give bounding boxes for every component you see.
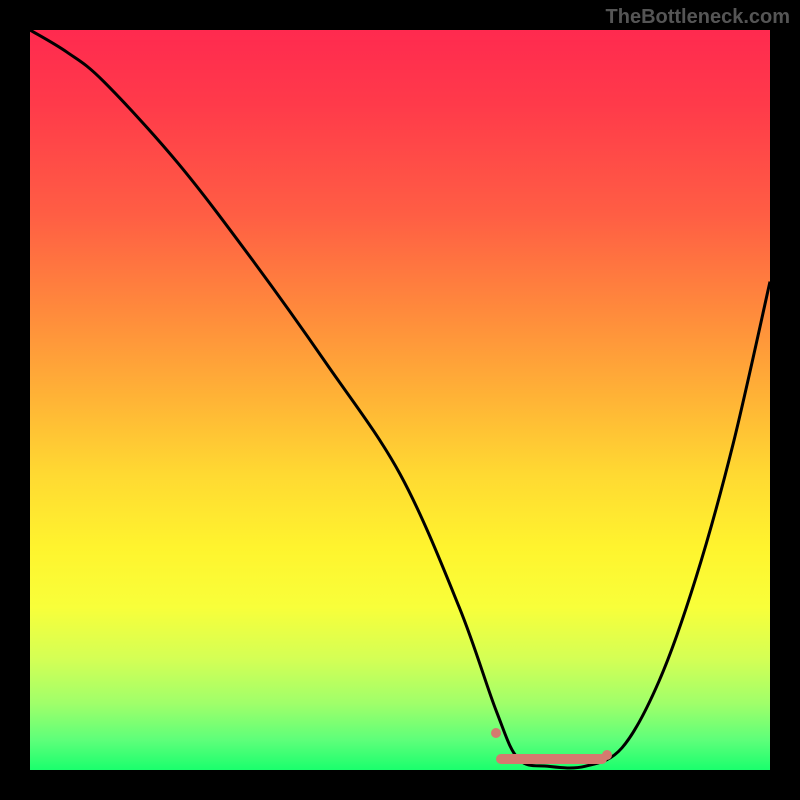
chart-plot-area	[30, 30, 770, 770]
watermark-text: TheBottleneck.com	[606, 6, 790, 29]
highlight-dot-start	[491, 728, 501, 738]
highlight-segment	[496, 754, 607, 764]
highlight-dot-end	[602, 750, 612, 760]
chart-curve	[30, 30, 770, 770]
